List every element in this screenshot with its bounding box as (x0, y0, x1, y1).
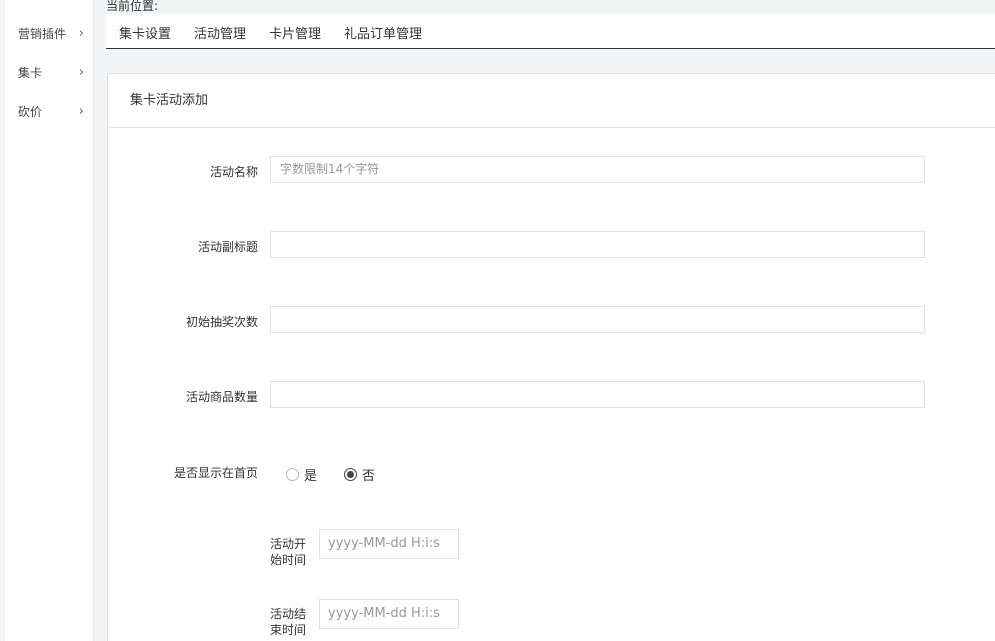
radio-unchecked-icon (286, 468, 299, 481)
start-time-label-line: 活动开 (270, 537, 307, 551)
activity-subtitle-label: 活动副标题 (197, 240, 258, 254)
sidebar-item-bargain[interactable]: 砍价 › (18, 101, 88, 121)
end-time-label: 活动结 束时间 (270, 606, 310, 638)
activity-name-input[interactable]: 字数限制14个字符 (270, 156, 925, 183)
tab-card-settings[interactable]: 集卡设置 (119, 23, 171, 42)
sidebar-item-label: 营销插件 (18, 26, 67, 41)
goods-count-input[interactable] (270, 381, 925, 408)
sidebar-item-label: 集卡 (18, 65, 43, 80)
show-home-label: 是否显示在首页 (173, 466, 258, 480)
end-time-label-line: 束时间 (270, 623, 307, 637)
start-time-label: 活动开 始时间 (270, 536, 310, 568)
end-time-input[interactable]: yyyy-MM-dd H:i:s (319, 599, 459, 629)
tab-card-management[interactable]: 卡片管理 (269, 23, 321, 42)
initial-draws-label: 初始抽奖次数 (185, 315, 258, 329)
sidebar-item-card-collect[interactable]: 集卡 › (18, 62, 88, 82)
tab-activity-management[interactable]: 活动管理 (194, 23, 246, 42)
start-time-label-line: 始时间 (270, 553, 307, 567)
form-card: 集卡活动添加 活动名称 字数限制14个字符 活动副标题 初始抽奖次数 活动商品数… (107, 73, 995, 641)
radio-label: 是 (304, 469, 318, 484)
initial-draws-input[interactable] (270, 306, 925, 333)
card-title: 集卡活动添加 (108, 74, 995, 128)
sidebar: 营销插件 › 集卡 › 砍价 › (0, 0, 94, 641)
chevron-right-icon: › (78, 25, 84, 41)
radio-checked-icon (344, 468, 357, 481)
tab-bar: 集卡设置 活动管理 卡片管理 礼品订单管理 (106, 14, 995, 49)
radio-label: 否 (362, 469, 376, 484)
show-home-yes-radio[interactable]: 是 (286, 465, 317, 484)
sidebar-edge (0, 0, 5, 641)
start-time-input[interactable]: yyyy-MM-dd H:i:s (319, 529, 459, 559)
sidebar-item-marketing-plugins[interactable]: 营销插件 › (18, 23, 88, 43)
chevron-right-icon: › (78, 64, 84, 80)
chevron-right-icon: › (78, 103, 84, 119)
activity-subtitle-input[interactable] (270, 231, 925, 258)
tab-gift-orders[interactable]: 礼品订单管理 (344, 23, 422, 42)
show-home-no-radio[interactable]: 否 (344, 465, 375, 484)
breadcrumb: 当前位置: (106, 0, 159, 13)
goods-count-label: 活动商品数量 (185, 390, 258, 404)
end-time-label-line: 活动结 (270, 607, 307, 621)
sidebar-item-label: 砍价 (18, 104, 43, 119)
activity-name-label: 活动名称 (209, 165, 258, 179)
